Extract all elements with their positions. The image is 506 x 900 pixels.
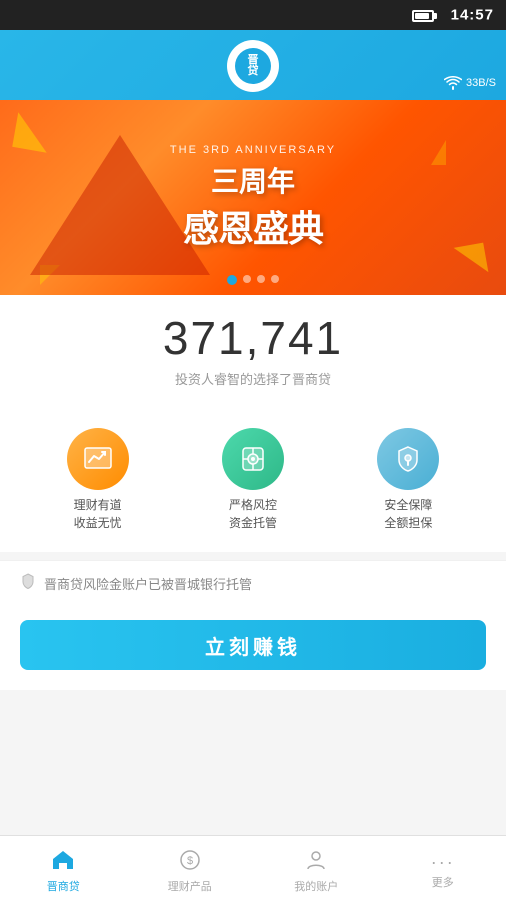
promo-banner: THE 3RD ANNIVERSARY 三周年 感恩盛典	[0, 100, 506, 295]
svg-text:$: $	[187, 855, 193, 867]
notice-shield-icon	[20, 573, 36, 594]
feature-icon-finance	[67, 428, 129, 490]
bottom-nav: 晋商贷 $ 理财产品 我的账户 ··· 更多	[0, 835, 506, 900]
notice-bar: 晋商贷风险金账户已被晋城银行托管	[0, 560, 506, 606]
app-logo[interactable]: 晋贷	[227, 40, 279, 92]
feature-item-risk[interactable]: 严格风控资金托管	[175, 428, 330, 532]
header-bar: 晋贷 33B/S	[0, 30, 506, 100]
nav-item-home[interactable]: 晋商贷	[0, 836, 127, 900]
nav-label-account: 我的账户	[294, 878, 338, 894]
banner-title-line2: 感恩盛典	[170, 200, 336, 252]
status-bar: 14:57	[0, 0, 506, 30]
feature-icon-security	[377, 428, 439, 490]
nav-label-more: 更多	[432, 874, 454, 890]
wifi-icon	[444, 76, 462, 90]
account-icon	[305, 849, 327, 875]
banner-dot-4[interactable]	[271, 275, 279, 283]
time-display: 14:57	[451, 7, 494, 24]
nav-item-account[interactable]: 我的账户	[253, 836, 380, 900]
feature-label-finance: 理财有道收益无忧	[74, 496, 122, 532]
feature-icon-risk	[222, 428, 284, 490]
banner-content: THE 3RD ANNIVERSARY 三周年 感恩盛典	[170, 144, 336, 252]
nav-item-products[interactable]: $ 理财产品	[127, 836, 254, 900]
section-divider	[0, 552, 506, 560]
banner-subtitle: THE 3RD ANNIVERSARY	[170, 144, 336, 156]
stats-subtitle: 投资人睿智的选择了晋商贷	[16, 369, 490, 388]
feature-label-risk: 严格风控资金托管	[229, 496, 277, 532]
banner-dot-3[interactable]	[257, 275, 265, 283]
battery-icon	[412, 10, 434, 22]
more-icon: ···	[431, 853, 455, 871]
nav-label-home: 晋商贷	[47, 878, 80, 894]
notice-text: 晋商贷风险金账户已被晋城银行托管	[44, 574, 252, 593]
banner-dot-1[interactable]	[227, 275, 237, 285]
logo-text: 晋贷	[248, 55, 259, 77]
feature-item-finance[interactable]: 理财有道收益无忧	[20, 428, 175, 532]
features-row: 理财有道收益无忧 严格风控资金托管	[0, 418, 506, 552]
banner-dots	[227, 275, 279, 285]
banner-dot-2[interactable]	[243, 275, 251, 283]
network-status: 33B/S	[444, 76, 496, 90]
banner-title-line1: 三周年	[170, 160, 336, 200]
products-icon: $	[179, 849, 201, 875]
home-icon	[51, 849, 75, 875]
stats-section: 371,741 投资人睿智的选择了晋商贷	[0, 295, 506, 418]
cta-section: 立刻赚钱	[0, 606, 506, 690]
cta-button[interactable]: 立刻赚钱	[20, 620, 486, 670]
feature-item-security[interactable]: 安全保障全额担保	[331, 428, 486, 532]
feature-label-security: 安全保障全额担保	[384, 496, 432, 532]
network-speed: 33B/S	[466, 77, 496, 89]
stats-number: 371,741	[16, 315, 490, 361]
nav-item-more[interactable]: ··· 更多	[380, 836, 506, 900]
nav-label-products: 理财产品	[168, 878, 212, 894]
